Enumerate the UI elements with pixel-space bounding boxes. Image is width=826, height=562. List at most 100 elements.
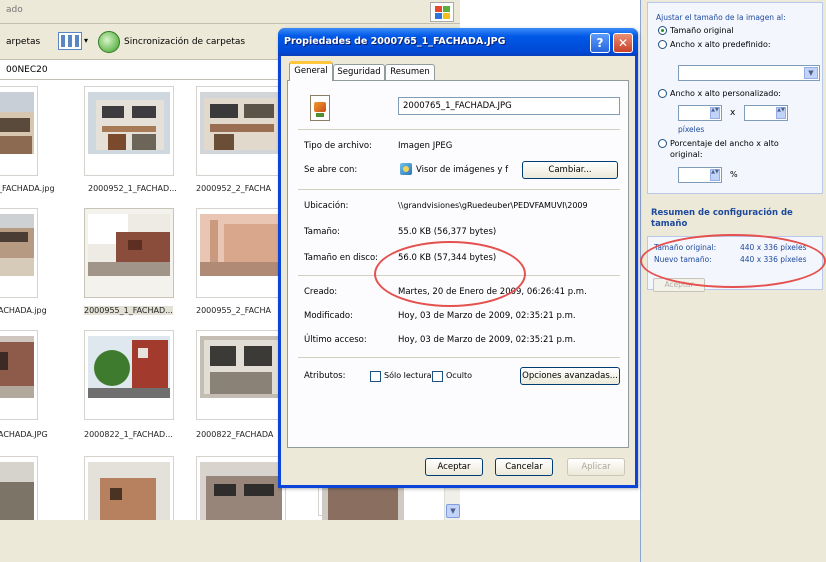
address-fragment: ado: [6, 5, 23, 15]
ok-button[interactable]: Aceptar: [425, 458, 483, 476]
address-strip: ado: [0, 0, 460, 24]
folders-button[interactable]: arpetas: [6, 37, 40, 47]
dialog-title: Propiedades de 2000765_1_FACHADA.JPG: [284, 36, 506, 47]
thumbnail-caption: 2000822_FACHADA: [196, 430, 274, 439]
tab-general[interactable]: General: [289, 61, 333, 81]
thumbnail[interactable]: [84, 456, 174, 520]
file-type-label: Tipo de archivo:: [304, 141, 372, 151]
tab-resumen[interactable]: Resumen: [385, 64, 435, 80]
hidden-label: Oculto: [446, 371, 473, 380]
views-button[interactable]: ▾: [56, 30, 92, 54]
separator: [298, 129, 620, 130]
modified-value: Hoy, 03 de Marzo de 2009, 02:35:21 p.m.: [398, 311, 576, 321]
size-on-disk-label: Tamaño en disco:: [304, 253, 379, 263]
thumbnail-caption: ACHADA.JPG: [0, 430, 48, 439]
chevron-down-icon: ▾: [84, 36, 89, 45]
sync-folders-button[interactable]: Sincronización de carpetas: [124, 37, 245, 47]
location-label: Ubicación:: [304, 201, 349, 211]
help-button[interactable]: ?: [590, 33, 610, 53]
label-predefined-size: Ancho x alto predefinido:: [670, 40, 771, 49]
windows-logo-icon: [430, 2, 454, 22]
spinner-arrows-icon[interactable]: ▲▼: [776, 107, 786, 119]
thumbnail-caption-selected: 2000955_1_FACHAD...: [84, 306, 173, 315]
resize-options-card: Ajustar el tamaño de la imagen al: Tamañ…: [647, 2, 823, 194]
custom-height-spinner[interactable]: ▲▼: [744, 105, 788, 121]
percent-sign: %: [730, 170, 738, 179]
custom-width-spinner[interactable]: ▲▼: [678, 105, 722, 121]
thumbnail-caption: 2000955_2_FACHA: [196, 306, 271, 315]
thumbnail-caption: ACHADA.jpg: [0, 306, 47, 315]
opens-with-value: Visor de imágenes y f: [416, 165, 509, 175]
photo-thumbnail: [0, 336, 34, 398]
thumbnail[interactable]: [196, 456, 286, 520]
image-viewer-icon: [400, 163, 412, 175]
properties-dialog: Propiedades de 2000765_1_FACHADA.JPG ? ✕…: [278, 28, 638, 488]
label-custom-size: Ancho x alto personalizado:: [670, 89, 781, 98]
screen: ado arpetas ▾ Sincronización de carpetas…: [0, 0, 826, 562]
attributes-label: Atributos:: [304, 371, 346, 381]
spinner-arrows-icon[interactable]: ▲▼: [710, 169, 720, 181]
size-value: 55.0 KB (56,377 bytes): [398, 227, 497, 237]
radio-original-size[interactable]: [658, 26, 667, 35]
apply-button[interactable]: Aplicar: [567, 458, 625, 476]
thumbnail-selected[interactable]: [84, 208, 174, 298]
times-sign: x: [730, 108, 736, 118]
modified-label: Modificado:: [304, 311, 353, 321]
advanced-options-button[interactable]: Opciones avanzadas...: [520, 367, 620, 385]
dialog-title-bar[interactable]: Propiedades de 2000765_1_FACHADA.JPG ? ✕: [278, 28, 638, 56]
thumbnail-caption: 2000952_1_FACHAD...: [88, 184, 177, 193]
radio-predefined-size[interactable]: [658, 40, 667, 49]
thumbnail[interactable]: [0, 456, 38, 520]
pixels-label: píxeles: [678, 125, 705, 134]
thumbnail[interactable]: [0, 86, 38, 176]
sync-folders-icon[interactable]: [98, 31, 120, 53]
spinner-arrows-icon[interactable]: ▲▼: [710, 107, 720, 119]
scroll-down-icon[interactable]: ▼: [446, 504, 460, 518]
label-original-size: Tamaño original: [670, 26, 734, 35]
explorer-status-area: [0, 520, 640, 562]
hidden-checkbox[interactable]: [432, 371, 443, 382]
photo-thumbnail: [200, 462, 282, 520]
last-accessed-value: Hoy, 03 de Marzo de 2009, 02:35:21 p.m.: [398, 335, 576, 345]
thumbnail[interactable]: [84, 330, 174, 420]
photo-thumbnail: [200, 92, 282, 154]
views-grid-icon: [58, 32, 82, 50]
photo-thumbnail: [200, 214, 282, 276]
radio-custom-size[interactable]: [658, 89, 667, 98]
cancel-button[interactable]: Cancelar: [495, 458, 553, 476]
annotation-ellipse: [374, 241, 526, 307]
created-label: Creado:: [304, 287, 338, 297]
close-button[interactable]: ✕: [613, 33, 633, 53]
thumbnail-caption: _FACHADA.jpg: [0, 184, 55, 193]
thumbnail[interactable]: [84, 86, 174, 176]
thumbnail[interactable]: [196, 330, 286, 420]
filename-input[interactable]: 2000765_1_FACHADA.JPG: [398, 97, 620, 115]
thumbnail-caption: 2000952_2_FACHA: [196, 184, 271, 193]
thumbnail-caption: 2000822_1_FACHAD...: [84, 430, 173, 439]
readonly-label: Sólo lectura: [384, 371, 432, 380]
change-button[interactable]: Cambiar...: [522, 161, 618, 179]
photo-thumbnail: [200, 336, 282, 398]
last-accessed-label: Último acceso:: [304, 335, 367, 345]
thumbnail[interactable]: [0, 330, 38, 420]
general-tab-panel: 2000765_1_FACHADA.JPG Tipo de archivo: I…: [287, 80, 629, 448]
size-summary-title: Resumen de configuración de tamaño: [651, 208, 793, 229]
photo-thumbnail: [0, 214, 34, 276]
readonly-checkbox[interactable]: [370, 371, 381, 382]
tab-seguridad[interactable]: Seguridad: [333, 64, 385, 80]
chevron-down-icon[interactable]: ▼: [804, 67, 818, 79]
photo-thumbnail: [88, 214, 170, 276]
predefined-size-select[interactable]: ▼: [678, 65, 820, 81]
thumbnail[interactable]: [196, 208, 286, 298]
percent-spinner[interactable]: ▲▼: [678, 167, 722, 183]
resize-heading: Ajustar el tamaño de la imagen al:: [656, 13, 786, 22]
radio-percent-size[interactable]: [658, 139, 667, 148]
folder-path: 00NEC20: [6, 65, 48, 75]
photo-thumbnail: [88, 336, 170, 398]
file-type-value: Imagen JPEG: [398, 141, 453, 151]
thumbnail[interactable]: [0, 208, 38, 298]
thumbnail[interactable]: [196, 86, 286, 176]
photo-thumbnail: [0, 462, 34, 520]
location-value: \\grandvisiones\gRuedeuber\PEDVFAMUVI\20…: [398, 201, 588, 210]
annotation-ellipse: [640, 234, 826, 288]
